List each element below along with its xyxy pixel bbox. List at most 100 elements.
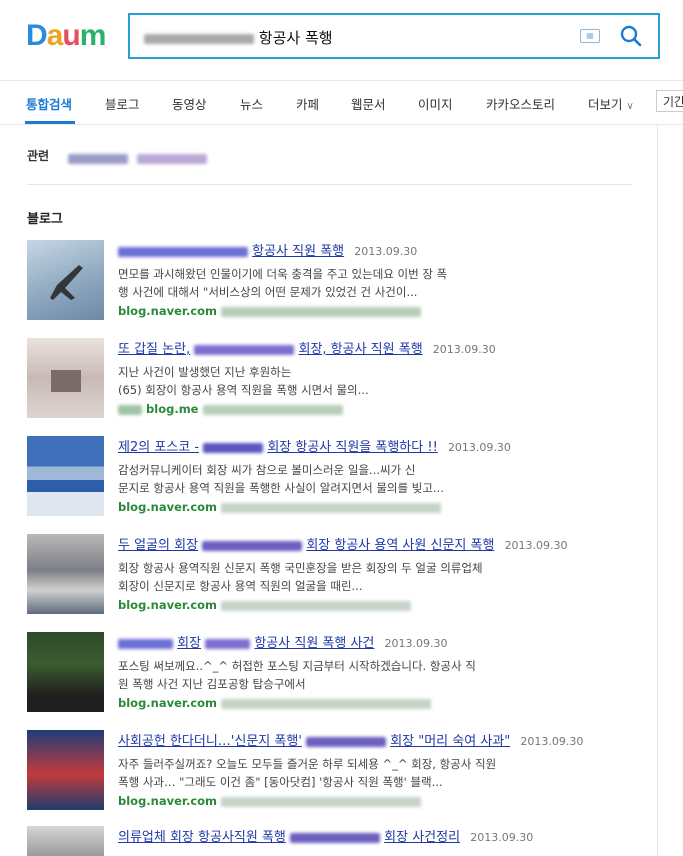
result-desc-line: 자주 들러주실꺼죠? 오늘도 모두들 즐거운 하루 되세용 ^_^ 회장, 항공… bbox=[118, 757, 497, 771]
result-title-text[interactable]: 회장 항공사 직원을 폭행하다 !! bbox=[267, 440, 437, 455]
result-thumbnail[interactable] bbox=[27, 338, 104, 418]
separator bbox=[27, 184, 632, 185]
result-date: 2013.09.30 bbox=[520, 735, 584, 748]
result-thumbnail[interactable] bbox=[27, 240, 104, 320]
result-desc-line: 폭행 사과… "그래도 이건 좀" [동아닷컴] '항공사 직원 폭행' 블랙.… bbox=[118, 775, 443, 789]
result-title[interactable]: 또 갑질 논란, 회장, 항공사 직원 폭행 2013.09.30 bbox=[118, 338, 496, 357]
result-desc-line: 문지로 항공사 용역 직원을 폭행한 사실이 알려지면서 물의를 빚고... bbox=[118, 481, 444, 495]
result-desc-line: 지난 사건이 발생했던 지난 후원하는 bbox=[118, 365, 292, 379]
result-url-text: blog.naver.com bbox=[118, 696, 218, 710]
result-desc-line: (65) 회장이 항공사 용역 직원을 폭행 시면서 물의... bbox=[118, 383, 369, 397]
result-title-text[interactable]: 제2의 포스코 - bbox=[118, 440, 199, 455]
tab-blog[interactable]: 블로그 bbox=[105, 94, 140, 113]
blurred-query-text bbox=[144, 33, 254, 44]
result-url-text: blog.naver.com bbox=[118, 794, 218, 808]
result-thumbnail[interactable] bbox=[27, 534, 104, 614]
daum-logo[interactable]: Daum bbox=[26, 20, 106, 52]
result-title-text[interactable]: 의류업체 회장 항공사직원 폭행 bbox=[118, 830, 286, 845]
result-title-text[interactable]: 회장 항공사 용역 사원 신문지 폭행 bbox=[306, 538, 494, 553]
blurred-url bbox=[221, 698, 432, 709]
thumbnail-figure bbox=[51, 370, 81, 392]
result-title[interactable]: 제2의 포스코 - 회장 항공사 직원을 폭행하다 !! 2013.09.30 bbox=[118, 436, 511, 455]
result-description: 포스팅 써보께요..^_^ 허접한 포스팅 지금부터 시작하겠습니다. 항공사 … bbox=[118, 657, 648, 693]
blog-result: 제2의 포스코 - 회장 항공사 직원을 폭행하다 !! 2013.09.30 … bbox=[27, 436, 637, 518]
result-desc-line: 원 폭행 사건 지난 김포공항 탑승구에서 bbox=[118, 677, 306, 691]
result-title-text[interactable]: 사회공헌 한다더니…'신문지 폭행' bbox=[118, 734, 302, 749]
related-item[interactable] bbox=[68, 153, 128, 164]
blurred-title-part bbox=[205, 638, 251, 649]
tab-image[interactable]: 이미지 bbox=[418, 94, 453, 113]
result-title-text[interactable]: 항공사 직원 폭행 사건 bbox=[254, 636, 374, 651]
result-title[interactable]: 사회공헌 한다더니…'신문지 폭행' 회장 "머리 숙여 사과" 2013.09… bbox=[118, 730, 583, 749]
result-date: 2013.09.30 bbox=[447, 441, 511, 454]
result-desc-line: 회장이 신문지로 항공사 용역 직원의 얼굴을 때린... bbox=[118, 579, 363, 593]
result-url[interactable]: blog.naver.com bbox=[118, 500, 442, 514]
search-query-text: 항공사 폭행 bbox=[258, 29, 333, 47]
result-title-text[interactable]: 두 얼굴의 회장 bbox=[118, 538, 198, 553]
result-description: 회장 항공사 용역직원 신문지 폭행 국민훈장을 받은 회장의 두 얼굴 의류업… bbox=[118, 559, 648, 595]
blog-result: 회장 항공사 직원 폭행 사건 2013.09.30 포스팅 써보께요..^_^… bbox=[27, 632, 637, 714]
result-title[interactable]: 두 얼굴의 회장 회장 항공사 용역 사원 신문지 폭행 2013.09.30 bbox=[118, 534, 568, 553]
blurred-url bbox=[118, 404, 142, 415]
blurred-url bbox=[202, 404, 343, 415]
tab-web[interactable]: 웹문서 bbox=[351, 94, 386, 113]
related-label: 관련 bbox=[27, 149, 50, 163]
result-url[interactable]: blog.naver.com bbox=[118, 794, 422, 808]
result-date: 2013.09.30 bbox=[470, 831, 534, 844]
result-title[interactable]: 회장 항공사 직원 폭행 사건 2013.09.30 bbox=[118, 632, 448, 651]
blurred-title-part bbox=[290, 832, 381, 843]
result-description: 지난 사건이 발생했던 지난 후원하는 (65) 회장이 항공사 용역 직원을 … bbox=[118, 363, 648, 399]
result-title-text[interactable]: 회장, 항공사 직원 폭행 bbox=[298, 342, 422, 357]
search-tabs: 통합검색 블로그 동영상 뉴스 카페 웹문서 이미지 카카오스토리 더보기 ∨ bbox=[0, 80, 683, 125]
result-url-text: blog.naver.com bbox=[118, 500, 218, 514]
section-title-blog: 블로그 bbox=[27, 212, 63, 227]
result-date: 2013.09.30 bbox=[354, 245, 418, 258]
related-searches[interactable] bbox=[68, 148, 208, 167]
result-title-text[interactable]: 또 갑질 논란, bbox=[118, 342, 190, 357]
tab-news[interactable]: 뉴스 bbox=[240, 94, 263, 113]
result-description: 감성커뮤니케이터 회장 씨가 참으로 볼미스러운 일을...씨가 신 문지로 항… bbox=[118, 461, 648, 497]
tab-video[interactable]: 동영상 bbox=[172, 94, 207, 113]
tab-cafe[interactable]: 카페 bbox=[296, 94, 319, 113]
blurred-title-part bbox=[118, 246, 248, 257]
blurred-url bbox=[221, 600, 412, 611]
result-thumbnail[interactable] bbox=[27, 436, 104, 516]
result-thumbnail[interactable] bbox=[27, 730, 104, 810]
result-title[interactable]: 항공사 직원 폭행 2013.09.30 bbox=[118, 240, 417, 259]
result-thumbnail[interactable] bbox=[27, 632, 104, 712]
period-filter[interactable]: 기간 bbox=[656, 90, 683, 112]
result-description: 자주 들러주실꺼죠? 오늘도 모두들 즐거운 하루 되세용 ^_^ 회장, 항공… bbox=[118, 755, 648, 791]
result-url-text: blog.me bbox=[146, 402, 199, 416]
search-input[interactable]: 항공사 폭행 bbox=[144, 27, 333, 48]
result-desc-line: 면모를 과시해왔던 인물이기에 더욱 충격을 주고 있는데요 이번 장 폭 bbox=[118, 267, 448, 281]
result-title-text[interactable]: 회장 bbox=[177, 636, 201, 651]
result-url-text: blog.naver.com bbox=[118, 598, 218, 612]
chevron-down-icon: ∨ bbox=[626, 101, 634, 112]
tab-more[interactable]: 더보기 ∨ bbox=[588, 94, 634, 113]
result-thumbnail[interactable] bbox=[27, 826, 104, 856]
related-item[interactable] bbox=[137, 153, 208, 164]
tab-kakaostory[interactable]: 카카오스토리 bbox=[486, 94, 555, 113]
result-url[interactable]: blog.me bbox=[118, 402, 343, 416]
result-date: 2013.09.30 bbox=[432, 343, 496, 356]
header: Daum 항공사 폭행 ▦ bbox=[0, 0, 683, 81]
keyboard-icon[interactable]: ▦ bbox=[580, 29, 600, 43]
blurred-title-part bbox=[306, 736, 387, 747]
blurred-title-part bbox=[194, 344, 295, 355]
airplane-icon bbox=[50, 265, 83, 300]
search-box[interactable]: 항공사 폭행 ▦ bbox=[128, 13, 660, 59]
result-url[interactable]: blog.naver.com bbox=[118, 304, 422, 318]
result-title-text[interactable]: 회장 사건정리 bbox=[384, 830, 460, 845]
result-title[interactable]: 의류업체 회장 항공사직원 폭행 회장 사건정리 2013.09.30 bbox=[118, 826, 533, 845]
result-url[interactable]: blog.naver.com bbox=[118, 598, 412, 612]
result-desc-line: 행 사건에 대해서 "서비스상의 어떤 문제가 있었건 건 사건이... bbox=[118, 285, 418, 299]
result-url[interactable]: blog.naver.com bbox=[118, 696, 432, 710]
result-date: 2013.09.30 bbox=[504, 539, 568, 552]
tab-all[interactable]: 통합검색 bbox=[26, 94, 72, 113]
active-tab-indicator bbox=[25, 121, 75, 124]
blog-result: 의류업체 회장 항공사직원 폭행 회장 사건정리 2013.09.30 bbox=[27, 826, 637, 856]
result-title-text[interactable]: 회장 "머리 숙여 사과" bbox=[390, 734, 510, 749]
blog-result: 사회공헌 한다더니…'신문지 폭행' 회장 "머리 숙여 사과" 2013.09… bbox=[27, 730, 637, 812]
result-title-text[interactable]: 항공사 직원 폭행 bbox=[252, 244, 344, 259]
search-icon[interactable] bbox=[618, 23, 644, 49]
